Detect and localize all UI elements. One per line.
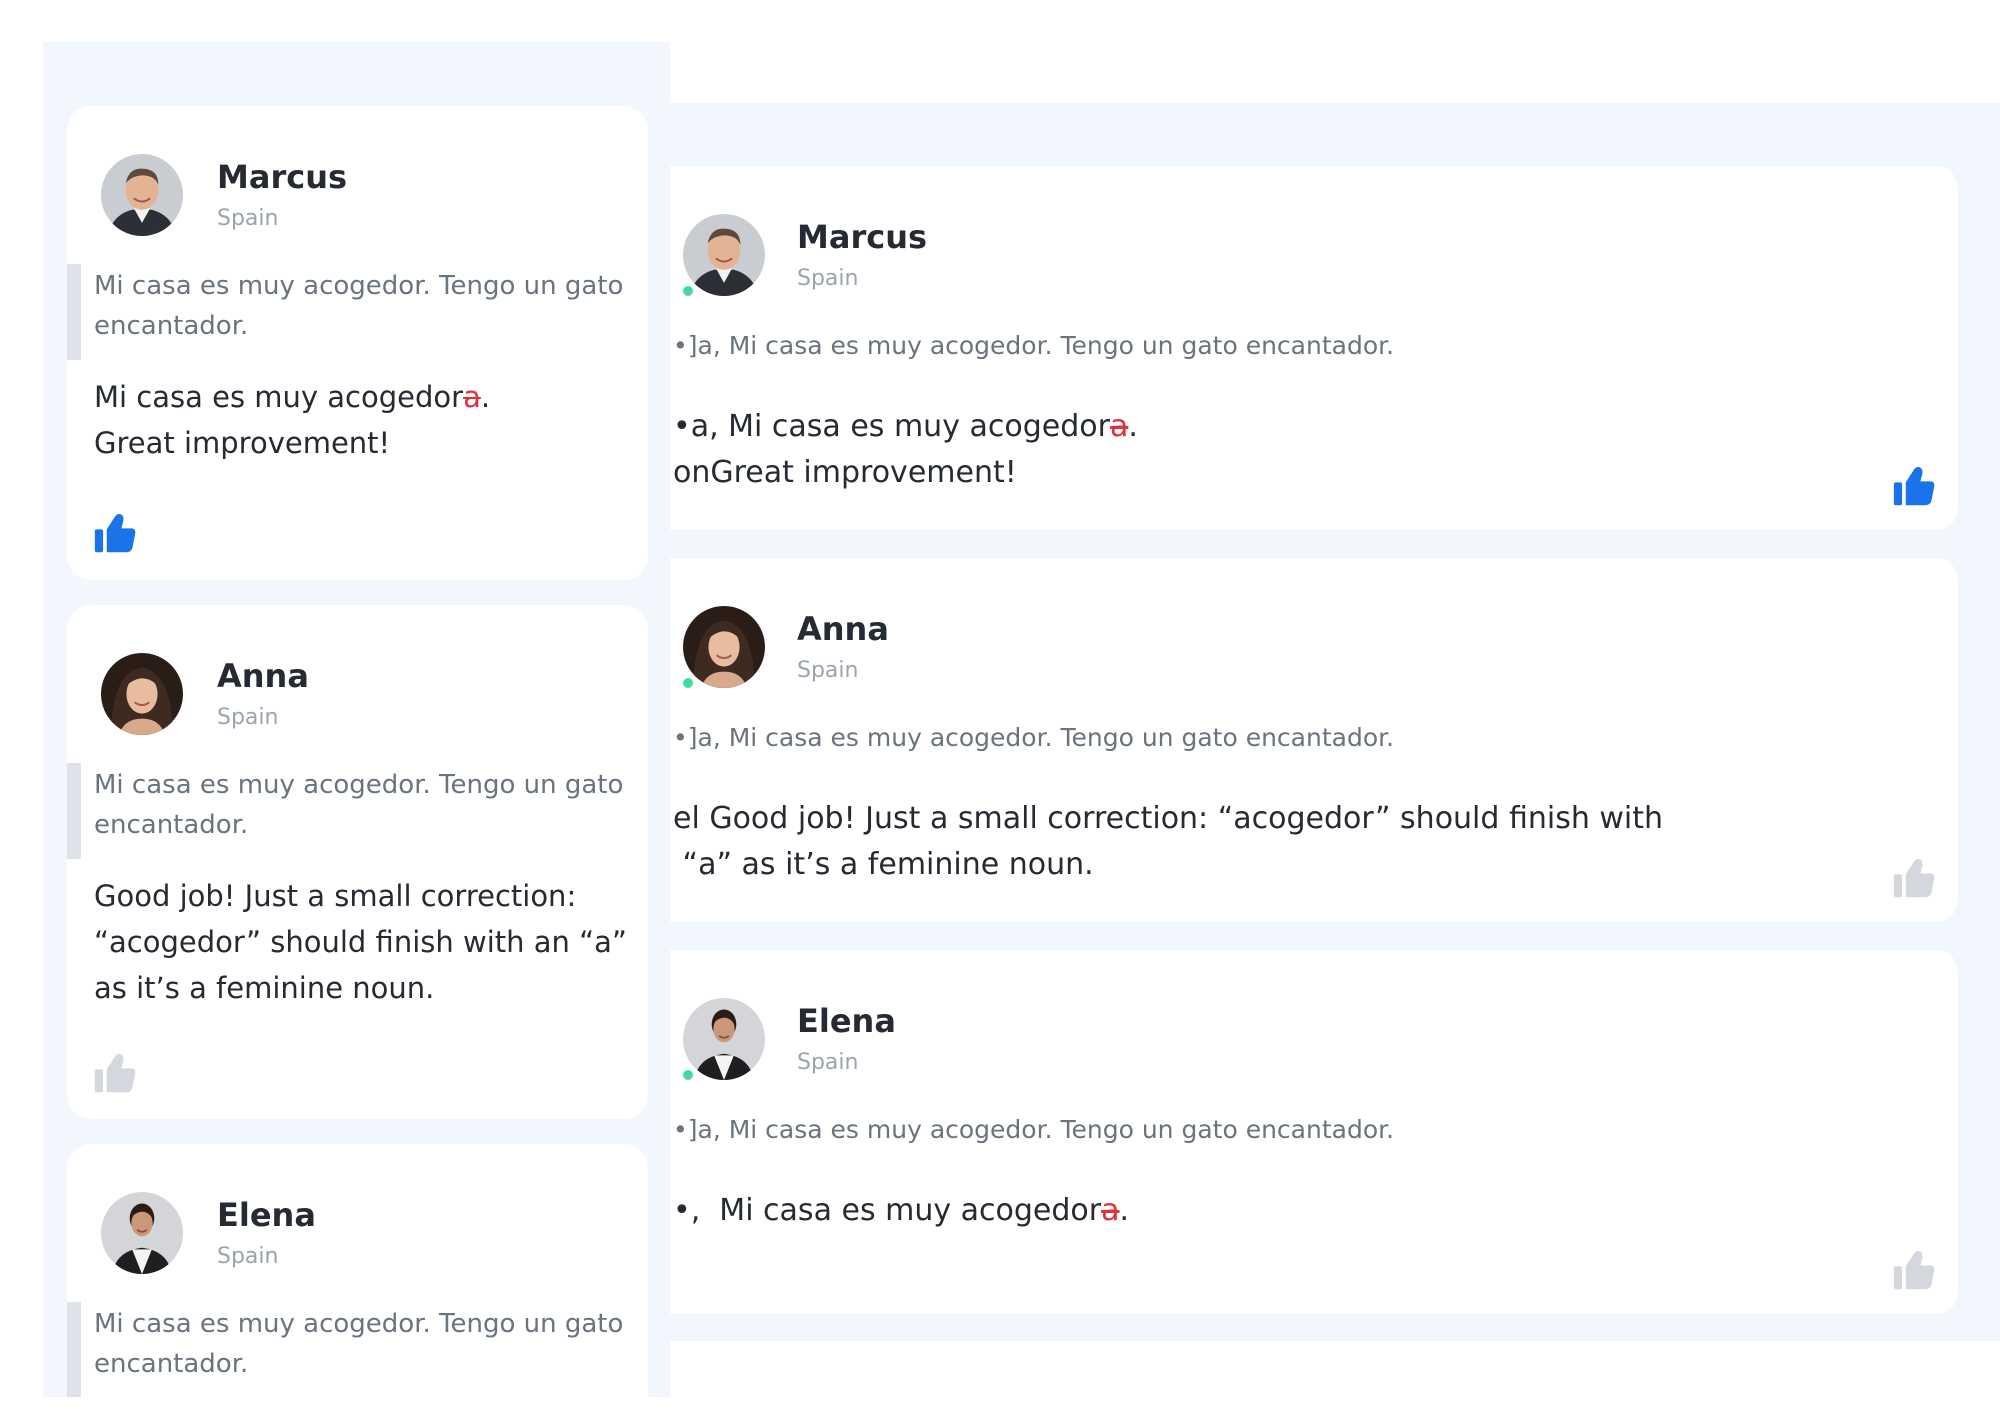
- online-status-dot: [683, 286, 693, 296]
- comment-card: Anna Spain Mi casa es muy acogedor. Teng…: [67, 605, 648, 1119]
- reply-text: •, Mi casa es muy acogedora.: [673, 1188, 1129, 1234]
- thumbs-up-icon[interactable]: [1892, 1248, 1936, 1292]
- correction-strikethrough: a: [1101, 1193, 1120, 1228]
- comment-card: Elena Spain •]a, Mi casa es muy acogedor…: [670, 950, 1958, 1314]
- quoted-text: Mi casa es muy acogedor. Tengo un gato e…: [94, 770, 624, 840]
- correction-strikethrough: a: [463, 380, 481, 414]
- reply-text-segment: •, Mi casa es muy acogedor: [673, 1193, 1102, 1228]
- comment-card: Marcus Spain Mi casa es muy acogedor. Te…: [67, 106, 648, 580]
- thumbs-up-icon[interactable]: [93, 511, 137, 555]
- reply-text-line: onGreat improvement!: [673, 455, 1017, 490]
- thumbs-up-icon[interactable]: [1892, 464, 1936, 508]
- reply-text: el Good job! Just a small correction: “a…: [673, 796, 1663, 888]
- quoted-text: •]a, Mi casa es muy acogedor. Tengo un g…: [673, 331, 1395, 360]
- quoted-text: •]a, Mi casa es muy acogedor. Tengo un g…: [673, 1115, 1395, 1144]
- commenter-country: Spain: [797, 658, 859, 683]
- thumbs-up-icon[interactable]: [93, 1051, 137, 1095]
- commenter-country: Spain: [797, 1050, 859, 1075]
- quoted-text: •]a, Mi casa es muy acogedor. Tengo un g…: [673, 723, 1395, 752]
- commenter-name[interactable]: Marcus: [797, 218, 927, 256]
- quote-bar: [67, 763, 81, 859]
- reply-text-segment: .: [480, 380, 491, 414]
- thumbs-up-icon[interactable]: [1892, 856, 1936, 900]
- reply-text: Mi casa es muy acogedora. Great improvem…: [94, 374, 634, 466]
- reply-text-segment: •a, Mi casa es muy acogedor: [673, 409, 1110, 444]
- quoted-text: Mi casa es muy acogedor. Tengo un gato e…: [94, 271, 624, 341]
- commenter-country: Spain: [217, 705, 279, 730]
- comment-card: Anna Spain •]a, Mi casa es muy acogedor.…: [670, 558, 1958, 922]
- commenter-name[interactable]: Elena: [217, 1196, 316, 1234]
- commenter-name[interactable]: Anna: [797, 610, 889, 648]
- reply-text: Good job! Just a small correction: “acog…: [94, 879, 627, 1005]
- commenter-country: Spain: [217, 1244, 279, 1269]
- avatar-marcus-icon[interactable]: [101, 154, 183, 236]
- avatar-anna-icon[interactable]: [683, 606, 765, 688]
- commenter-country: Spain: [217, 206, 279, 231]
- reply-text-line: el Good job! Just a small correction: “a…: [673, 801, 1664, 836]
- reply-text-segment: .: [1128, 409, 1138, 444]
- reply-text-line: Great improvement!: [94, 426, 391, 460]
- comment-card: Marcus Spain •]a, Mi casa es muy acogedo…: [670, 166, 1958, 530]
- wide-comment-panel: Marcus Spain •]a, Mi casa es muy acogedo…: [670, 103, 2000, 1341]
- narrow-comment-panel: Marcus Spain Mi casa es muy acogedor. Te…: [43, 42, 670, 1397]
- commenter-country: Spain: [797, 266, 859, 291]
- quote-bar: [67, 1302, 81, 1397]
- reply-text-segment: Mi casa es muy acogedor: [94, 380, 464, 414]
- quote-bar: [67, 264, 81, 360]
- avatar-anna-icon[interactable]: [101, 653, 183, 735]
- online-status-dot: [683, 1070, 693, 1080]
- reply-text: •a, Mi casa es muy acogedora. onGreat im…: [673, 404, 1138, 496]
- correction-strikethrough: a: [1109, 409, 1129, 444]
- avatar-elena-icon[interactable]: [683, 998, 765, 1080]
- online-status-dot: [683, 678, 693, 688]
- quoted-text: Mi casa es muy acogedor. Tengo un gato e…: [94, 1309, 624, 1379]
- avatar-elena-icon[interactable]: [101, 1192, 183, 1274]
- commenter-name[interactable]: Elena: [797, 1002, 896, 1040]
- comment-card: Elena Spain Mi casa es muy acogedor. Ten…: [67, 1144, 648, 1397]
- avatar-marcus-icon[interactable]: [683, 214, 765, 296]
- commenter-name[interactable]: Marcus: [217, 158, 347, 196]
- commenter-name[interactable]: Anna: [217, 657, 309, 695]
- reply-text-line: “a” as it’s a feminine noun.: [673, 847, 1094, 882]
- reply-text-segment: .: [1119, 1193, 1130, 1228]
